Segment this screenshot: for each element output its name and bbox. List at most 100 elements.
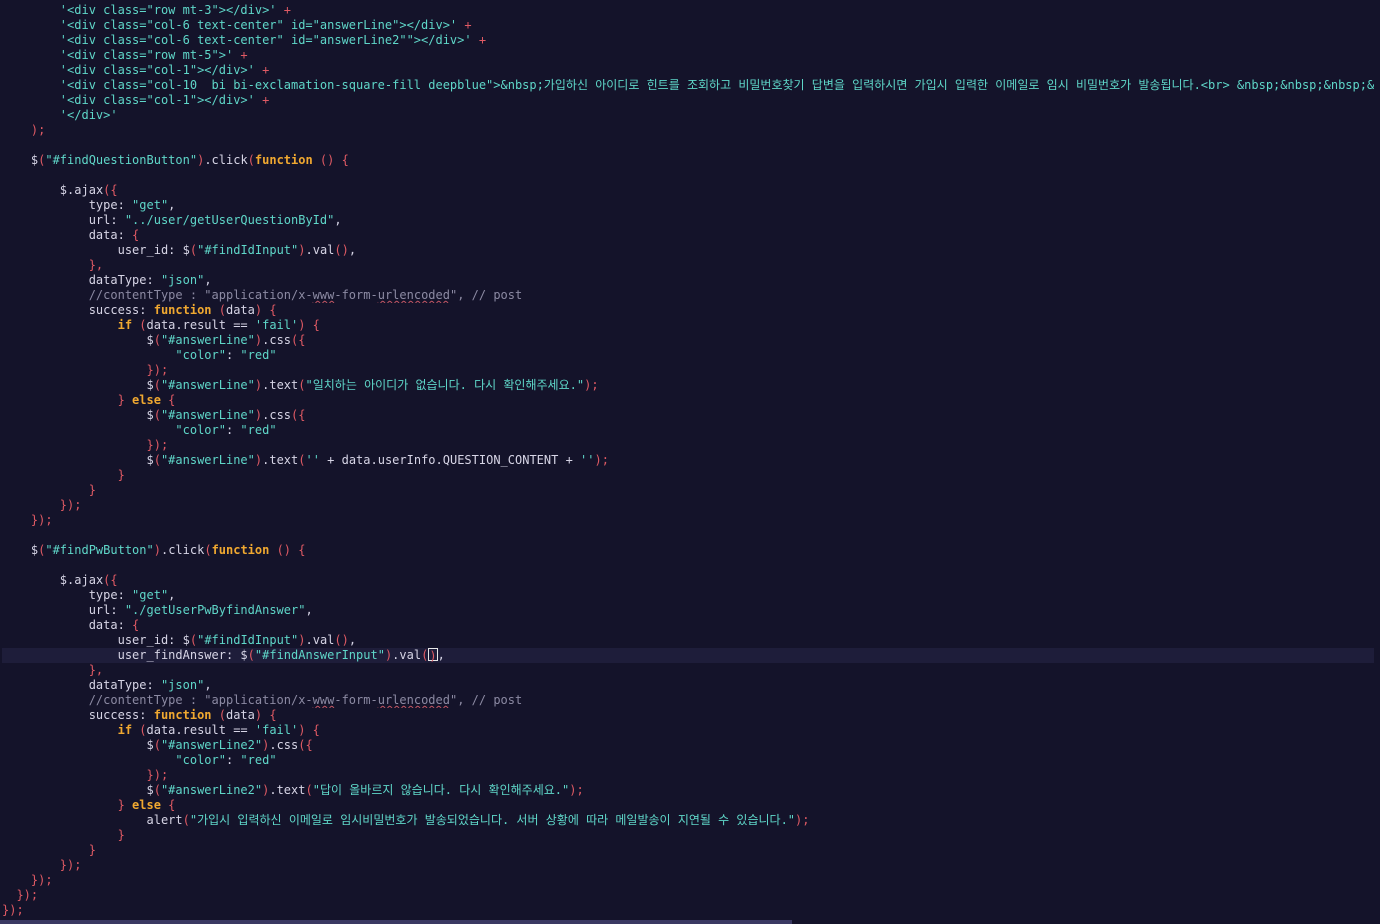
code-token: + — [254, 63, 270, 77]
code-line[interactable]: '<div class="col-1"></div>' + — [2, 93, 1374, 108]
code-token: "json" — [160, 273, 205, 287]
code-line[interactable]: '</div>' — [2, 108, 1374, 123]
code-line[interactable]: '<div class="col-6 text-center" id="answ… — [2, 33, 1374, 48]
code-token: function — [153, 303, 212, 317]
code-line[interactable]: }); — [2, 888, 1374, 903]
code-line[interactable]: alert("가입시 입력하신 이메일로 임시비밀번호가 발송되었습니다. 서버… — [2, 813, 1374, 828]
code-token: css — [276, 738, 299, 752]
code-line[interactable]: }); — [2, 768, 1374, 783]
code-line[interactable]: //contentType : "application/x-www-form-… — [2, 288, 1374, 303]
code-token: $ — [2, 453, 154, 467]
code-line[interactable]: //contentType : "application/x-www-form-… — [2, 693, 1374, 708]
code-line[interactable]: "color": "red" — [2, 753, 1374, 768]
code-line[interactable]: url: "../user/getUserQuestionById", — [2, 213, 1374, 228]
code-line[interactable]: $("#answerLine").text('' + data.userInfo… — [2, 453, 1374, 468]
code-line[interactable]: } else { — [2, 798, 1374, 813]
code-line[interactable] — [2, 138, 1374, 153]
code-line[interactable]: }); — [2, 513, 1374, 528]
code-token: ( — [153, 408, 161, 422]
code-line[interactable]: }); — [2, 903, 1374, 918]
code-token: : $ — [168, 633, 190, 647]
code-token: $ — [2, 408, 154, 422]
code-line[interactable] — [2, 528, 1374, 543]
code-token: . — [269, 738, 277, 752]
code-line[interactable]: "color": "red" — [2, 423, 1374, 438]
code-line[interactable]: url: "./getUserPwByfindAnswer", — [2, 603, 1374, 618]
code-token: click — [168, 543, 205, 557]
code-token: $ — [2, 543, 39, 557]
code-token: ( — [153, 378, 161, 392]
code-line[interactable]: if (data.result == 'fail') { — [2, 318, 1374, 333]
code-line[interactable]: }); — [2, 363, 1374, 378]
code-line[interactable]: $("#answerLine2").css({ — [2, 738, 1374, 753]
code-line[interactable]: }, — [2, 258, 1374, 273]
code-token: : — [146, 273, 161, 287]
code-line[interactable]: '<div class="row mt-5">' + — [2, 48, 1374, 63]
code-token: urlencoded — [377, 693, 450, 707]
code-token: () { — [269, 543, 306, 557]
code-line[interactable] — [2, 168, 1374, 183]
code-token: ({ — [298, 738, 313, 752]
code-token: ( — [153, 783, 161, 797]
code-token: : — [117, 588, 133, 602]
code-line[interactable]: user_findAnswer: $("#findAnswerInput").v… — [2, 648, 1374, 663]
code-token: }); — [2, 873, 53, 887]
code-token: , — [204, 678, 212, 692]
code-line[interactable]: } — [2, 843, 1374, 858]
code-line[interactable]: }); — [2, 438, 1374, 453]
code-line[interactable]: $("#findQuestionButton").click(function … — [2, 153, 1374, 168]
code-line[interactable]: "color": "red" — [2, 348, 1374, 363]
code-line[interactable]: if (data.result == 'fail') { — [2, 723, 1374, 738]
code-line[interactable]: dataType: "json", — [2, 678, 1374, 693]
code-token: "#answerLine2" — [160, 738, 263, 752]
code-line[interactable]: ); — [2, 123, 1374, 138]
code-line[interactable]: $("#answerLine").css({ — [2, 333, 1374, 348]
code-editor[interactable]: '<div class="row mt-3"></div>' + '<div c… — [0, 0, 1380, 924]
code-token: "가입시 입력하신 이메일로 임시비밀번호가 발송되었습니다. 서버 상황에 따… — [189, 813, 796, 827]
code-line[interactable]: type: "get", — [2, 198, 1374, 213]
code-token: . — [305, 243, 313, 257]
code-token: () — [334, 243, 349, 257]
code-line[interactable]: } — [2, 828, 1374, 843]
code-token: '<div class="col-10 bi bi-exclamation-sq… — [2, 78, 1374, 92]
code-line[interactable]: } else { — [2, 393, 1374, 408]
code-token: "#answerLine" — [160, 453, 255, 467]
code-line[interactable]: success: function (data) { — [2, 708, 1374, 723]
code-line[interactable]: }); — [2, 858, 1374, 873]
code-token: ); — [2, 123, 46, 137]
code-line[interactable]: user_id: $("#findIdInput").val(), — [2, 243, 1374, 258]
code-token: ", // post — [449, 288, 523, 302]
code-token: . — [269, 783, 277, 797]
code-line[interactable] — [2, 558, 1374, 573]
code-line[interactable]: '<div class="row mt-3"></div>' + — [2, 3, 1374, 18]
code-line[interactable]: }); — [2, 873, 1374, 888]
code-line[interactable]: '<div class="col-1"></div>' + — [2, 63, 1374, 78]
code-token: '' — [305, 453, 320, 467]
code-line[interactable]: }, — [2, 663, 1374, 678]
code-line[interactable]: data: { — [2, 228, 1374, 243]
code-line[interactable]: $("#findPwButton").click(function () { — [2, 543, 1374, 558]
code-line[interactable]: $("#answerLine2").text("답이 올바르지 않습니다. 다시… — [2, 783, 1374, 798]
code-line[interactable]: } — [2, 468, 1374, 483]
code-token: ( — [132, 723, 147, 737]
code-token: { — [160, 393, 176, 407]
code-line[interactable]: type: "get", — [2, 588, 1374, 603]
code-line[interactable]: $("#answerLine").text("일치하는 아이디가 없습니다. 다… — [2, 378, 1374, 393]
code-token: "get" — [132, 198, 169, 212]
code-token: ( — [132, 318, 147, 332]
horizontal-scrollbar[interactable] — [0, 920, 792, 924]
code-line[interactable]: user_id: $("#findIdInput").val(), — [2, 633, 1374, 648]
code-line[interactable]: $.ajax({ — [2, 183, 1374, 198]
code-token: "color" — [2, 423, 226, 437]
code-line[interactable]: $.ajax({ — [2, 573, 1374, 588]
code-token: ({ — [103, 183, 118, 197]
code-line[interactable]: success: function (data) { — [2, 303, 1374, 318]
code-line[interactable]: '<div class="col-10 bi bi-exclamation-sq… — [2, 78, 1374, 93]
code-line[interactable]: } — [2, 483, 1374, 498]
code-line[interactable]: data: { — [2, 618, 1374, 633]
code-line[interactable]: }); — [2, 498, 1374, 513]
code-line[interactable]: dataType: "json", — [2, 273, 1374, 288]
code-line[interactable]: '<div class="col-6 text-center" id="answ… — [2, 18, 1374, 33]
code-line[interactable]: $("#answerLine").css({ — [2, 408, 1374, 423]
code-token: + — [254, 93, 270, 107]
